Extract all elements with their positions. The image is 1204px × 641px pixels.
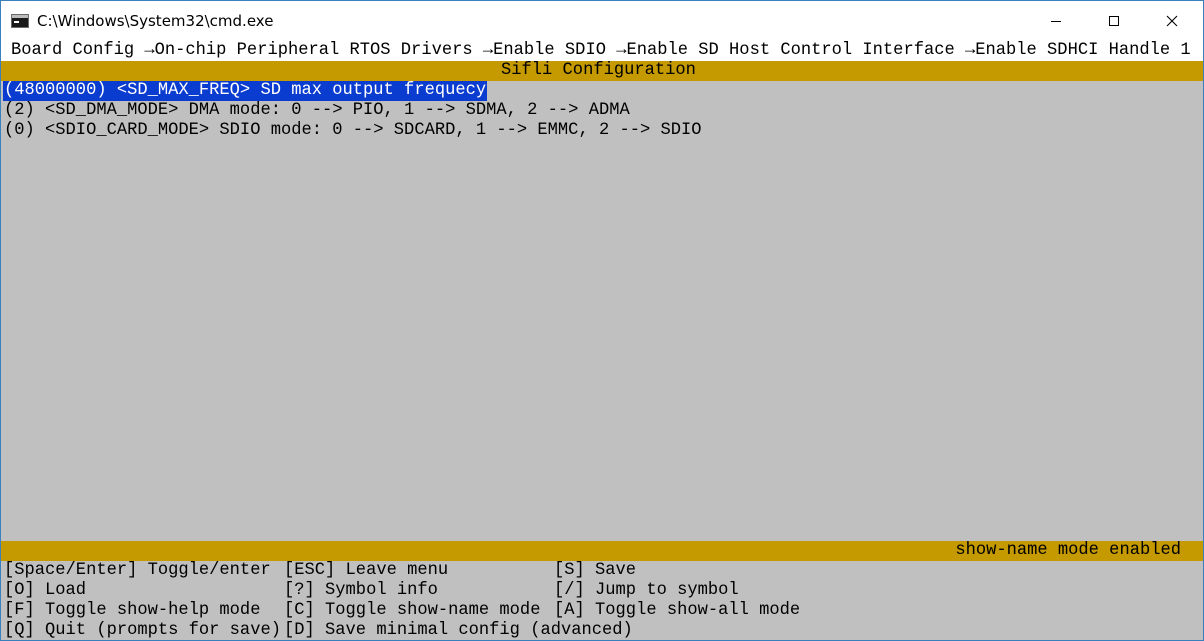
help-leave-menu: [ESC] Leave menu <box>284 561 449 580</box>
close-icon <box>1166 15 1178 27</box>
menu-title: Sifli Configuration <box>501 61 696 80</box>
help-show-name-mode: [C] Toggle show-name mode <box>284 601 541 620</box>
status-bar: show-name mode enabled <box>1 541 1203 561</box>
window-titlebar[interactable]: C:\Windows\System32\cmd.exe <box>1 1 1203 41</box>
menu-title-bar: Sifli Configuration <box>1 61 1203 81</box>
console-area[interactable]: Board Config →On-chip Peripheral RTOS Dr… <box>1 41 1203 640</box>
help-quit: [Q] Quit (prompts for save) <box>4 621 281 640</box>
help-show-all-mode: [A] Toggle show-all mode <box>554 601 801 620</box>
menu-item-sd-max-freq[interactable]: (48000000) <SD_MAX_FREQ> SD max output f… <box>3 81 488 101</box>
close-button[interactable] <box>1143 1 1201 41</box>
maximize-button[interactable] <box>1085 1 1143 41</box>
help-jump-to-symbol: [/] Jump to symbol <box>554 581 739 600</box>
minimize-icon <box>1051 21 1061 22</box>
help-symbol-info: [?] Symbol info <box>284 581 438 600</box>
menu-item-sdio-card-mode[interactable]: (0) <SDIO_CARD_MODE> SDIO mode: 0 --> SD… <box>3 121 703 141</box>
window-title: C:\Windows\System32\cmd.exe <box>37 12 274 30</box>
help-show-help-mode: [F] Toggle show-help mode <box>4 601 261 620</box>
help-load: [O] Load <box>4 581 87 600</box>
help-toggle-enter: [Space/Enter] Toggle/enter <box>4 561 271 580</box>
breadcrumb: Board Config →On-chip Peripheral RTOS Dr… <box>1 41 1203 61</box>
status-text: show-name mode enabled <box>955 541 1181 560</box>
help-save-minimal: [D] Save minimal config (advanced) <box>284 621 633 640</box>
menu-item-sd-dma-mode[interactable]: (2) <SD_DMA_MODE> DMA mode: 0 --> PIO, 1… <box>3 101 631 121</box>
cmd-window: C:\Windows\System32\cmd.exe Board Config… <box>0 0 1204 641</box>
help-save: [S] Save <box>554 561 637 580</box>
minimize-button[interactable] <box>1027 1 1085 41</box>
cmd-icon <box>11 14 29 28</box>
maximize-icon <box>1109 16 1119 26</box>
